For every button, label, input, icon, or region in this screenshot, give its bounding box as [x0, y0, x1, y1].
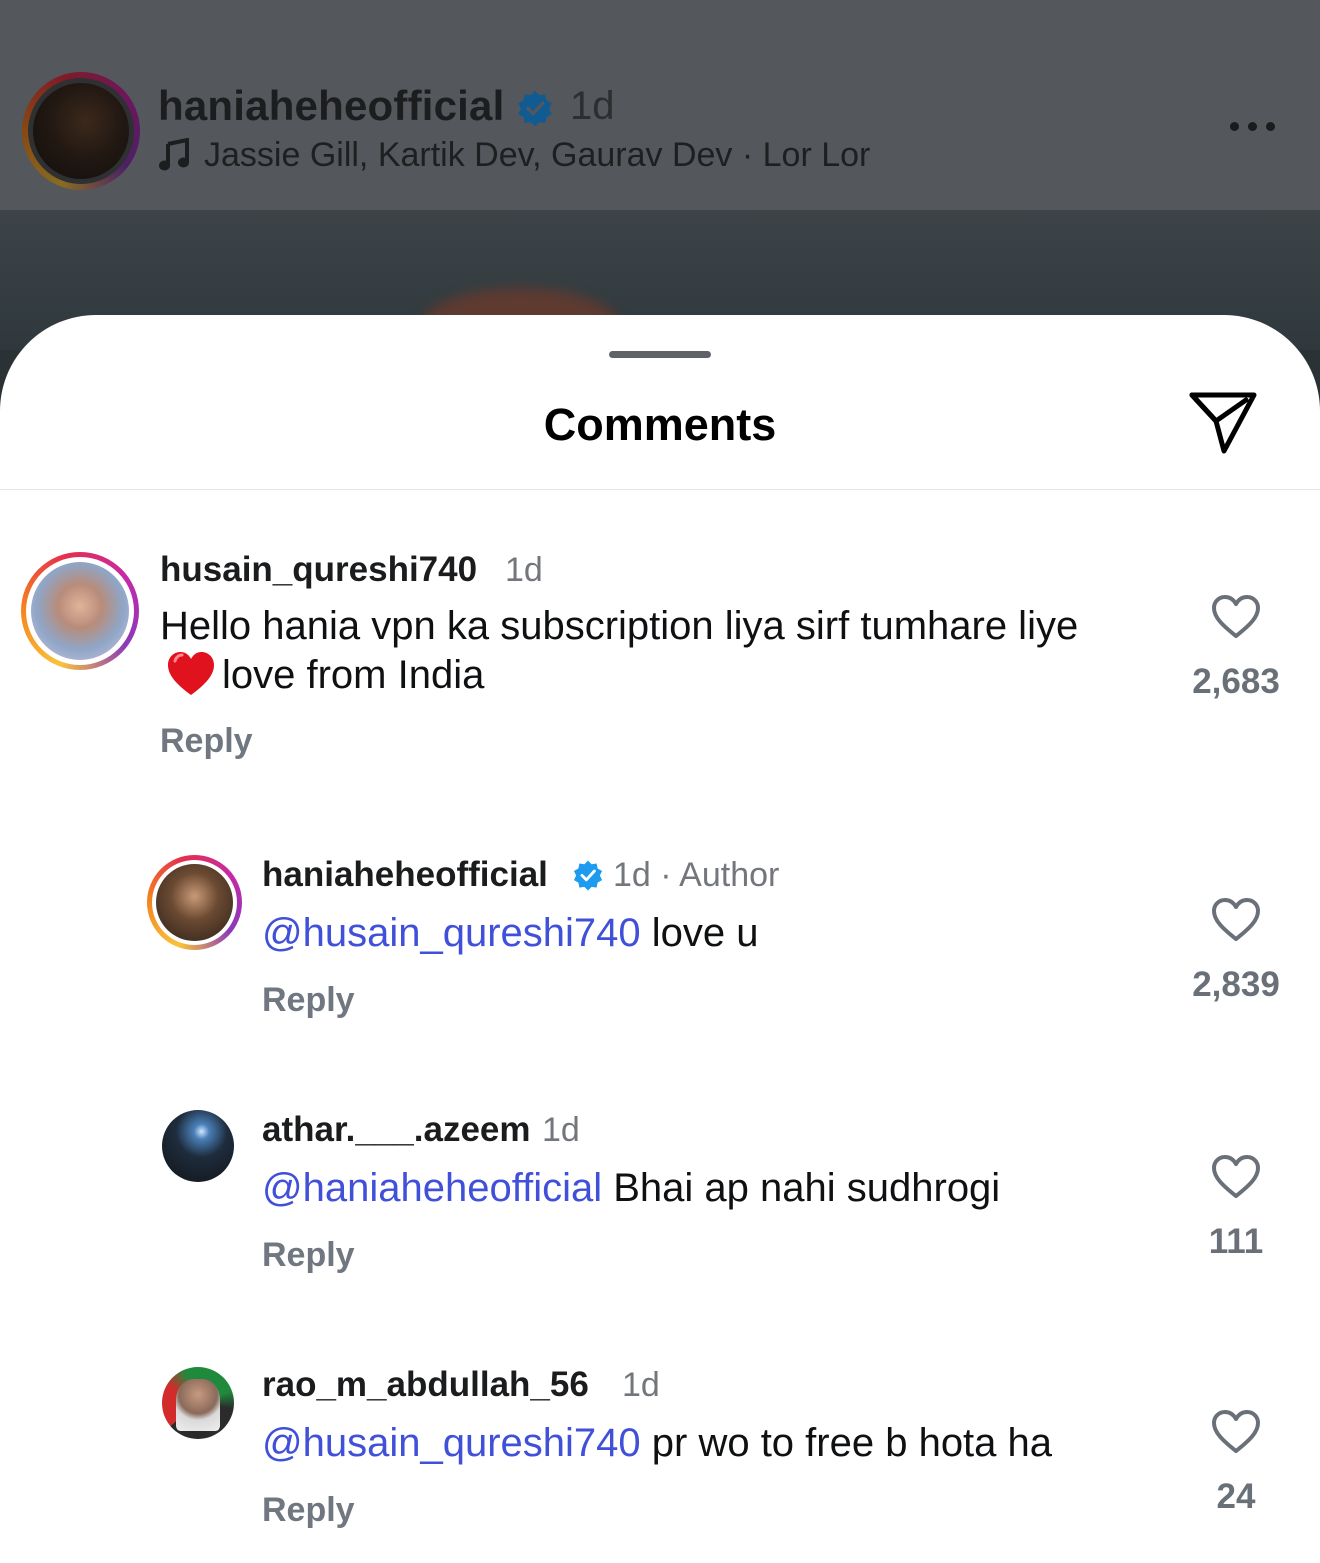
red-heart-emoji-icon: [168, 652, 214, 695]
comment-text: @haniaheheofficial Bhai ap nahi sudhrogi: [262, 1164, 1162, 1212]
post-author-username[interactable]: haniaheheofficial: [158, 82, 504, 130]
comment-text-part: Hello hania vpn ka subscription liya sir…: [160, 604, 1079, 648]
reply-button[interactable]: Reply: [262, 981, 355, 1020]
heart-icon[interactable]: [1211, 594, 1261, 640]
post-music-label[interactable]: Jassie Gill, Kartik Dev, Gaurav Dev · Lo…: [204, 136, 870, 175]
heart-icon[interactable]: [1211, 1154, 1261, 1200]
like-count: 24: [1216, 1477, 1256, 1516]
heart-icon[interactable]: [1211, 897, 1261, 943]
reply-button[interactable]: Reply: [262, 1491, 355, 1530]
comment-text-part: love u: [640, 911, 759, 955]
commenter-username[interactable]: husain_qureshi740: [160, 550, 477, 590]
comment-text: @husain_qureshi740 pr wo to free b hota …: [262, 1419, 1162, 1467]
comment-item: rao_m_abdullah_56 1d @husain_qureshi740 …: [0, 1365, 1320, 1563]
sheet-divider: [0, 489, 1320, 490]
music-note-icon: [159, 138, 189, 171]
reply-button[interactable]: Reply: [262, 1236, 355, 1275]
verified-badge-icon: [573, 860, 603, 891]
commenter-avatar[interactable]: [162, 1110, 234, 1182]
comment-item: husain_qureshi740 1d Hello hania vpn ka …: [0, 550, 1320, 790]
like-count: 2,839: [1192, 965, 1280, 1004]
commenter-avatar[interactable]: [147, 855, 242, 950]
like-count: 111: [1208, 1222, 1264, 1261]
reply-button[interactable]: Reply: [160, 722, 253, 761]
mention-link[interactable]: @haniaheheofficial: [262, 1166, 602, 1210]
comment-time: 1d · Author: [613, 856, 780, 894]
commenter-avatar[interactable]: [21, 552, 139, 670]
post-time: 1d: [570, 84, 615, 128]
sheet-grabber[interactable]: [609, 351, 711, 358]
comment-text: Hello hania vpn ka subscription liya sir…: [160, 602, 1140, 699]
like-count: 2,683: [1192, 662, 1280, 701]
comment-time: 1d: [505, 551, 543, 589]
comments-sheet: Comments husain_qureshi740 1d Hello hani…: [0, 315, 1320, 1563]
comment-item: haniaheheofficial 1d · Author @husain_qu…: [0, 855, 1320, 1055]
comment-text-part: Bhai ap nahi sudhrogi: [602, 1166, 1001, 1210]
post-header: haniaheheofficial 1d Jassie Gill, Kartik…: [0, 0, 1320, 210]
comment-text-part: love from India: [222, 653, 485, 697]
commenter-username[interactable]: rao_m_abdullah_56: [262, 1365, 589, 1405]
send-icon[interactable]: [1186, 391, 1260, 455]
comment-item: athar.___.azeem 1d @haniaheheofficial Bh…: [0, 1110, 1320, 1310]
comment-text: @husain_qureshi740 love u: [262, 909, 1162, 957]
sheet-title: Comments: [543, 399, 777, 450]
comment-text-part: pr wo to free b hota ha: [640, 1421, 1053, 1465]
heart-icon[interactable]: [1211, 1409, 1261, 1455]
commenter-avatar[interactable]: [162, 1367, 234, 1439]
more-options-icon[interactable]: [1228, 112, 1278, 142]
comment-time: 1d: [542, 1111, 580, 1149]
commenter-username[interactable]: haniaheheofficial: [262, 855, 548, 895]
verified-badge-icon: [518, 90, 552, 127]
mention-link[interactable]: @husain_qureshi740: [262, 911, 641, 955]
post-author-avatar[interactable]: [22, 72, 140, 190]
mention-link[interactable]: @husain_qureshi740: [262, 1421, 641, 1465]
commenter-username[interactable]: athar.___.azeem: [262, 1110, 531, 1150]
comment-time: 1d: [622, 1366, 660, 1404]
